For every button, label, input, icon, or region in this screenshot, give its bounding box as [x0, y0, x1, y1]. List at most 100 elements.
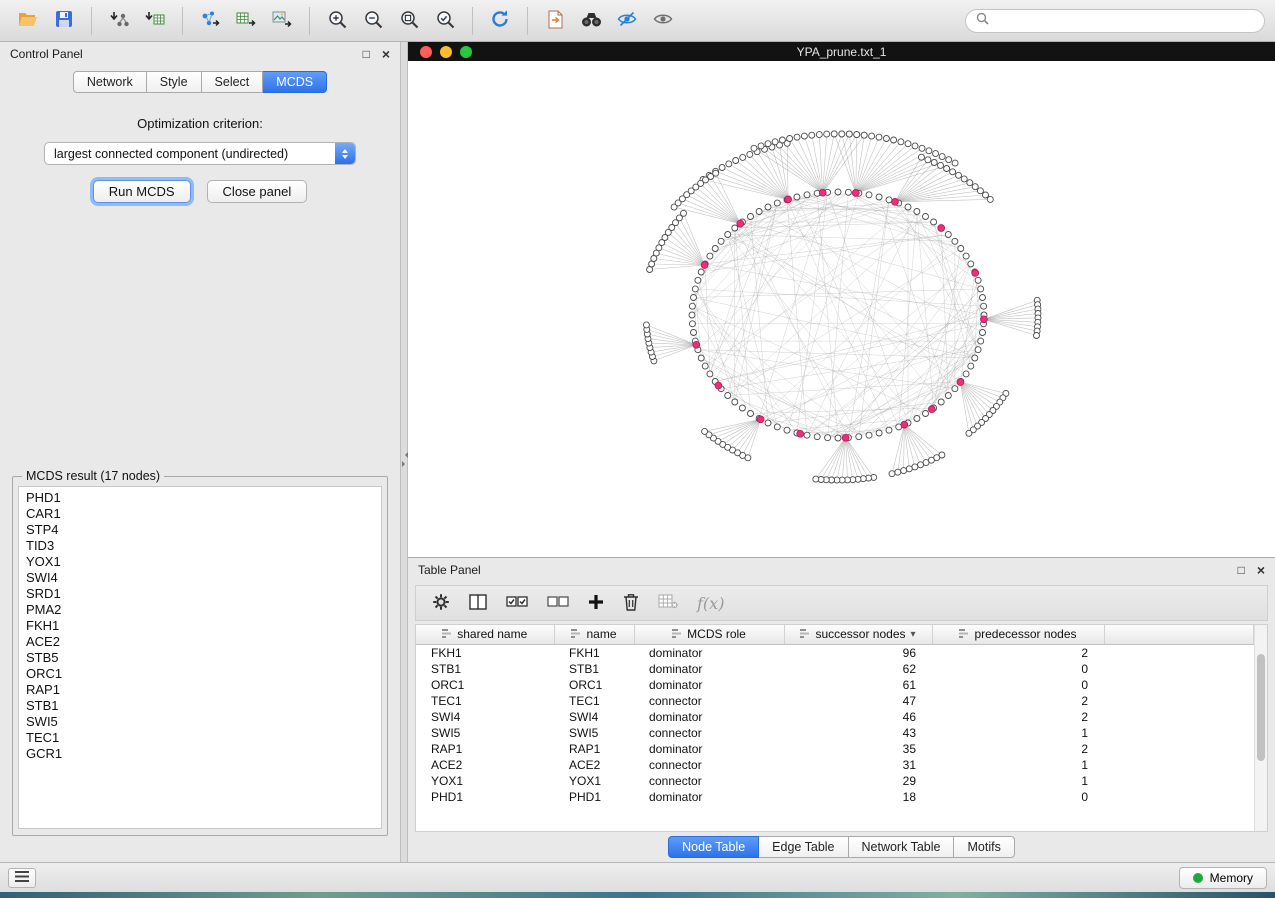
- cell[interactable]: connector: [634, 693, 784, 709]
- cell[interactable]: SWI4: [554, 709, 634, 725]
- save-button[interactable]: [46, 4, 82, 38]
- cell[interactable]: dominator: [634, 709, 784, 725]
- cell[interactable]: RAP1: [554, 741, 634, 757]
- cell[interactable]: 2: [932, 741, 1104, 757]
- select-all-button[interactable]: [506, 595, 528, 612]
- criterion-dropdown[interactable]: largest connected component (undirected): [44, 142, 356, 165]
- cell[interactable]: dominator: [634, 789, 784, 805]
- show-graphics-button[interactable]: [645, 4, 681, 38]
- find-button[interactable]: [573, 4, 609, 38]
- mcds-result-item[interactable]: TEC1: [26, 730, 374, 746]
- mcds-result-item[interactable]: YOX1: [26, 554, 374, 570]
- hide-graphics-button[interactable]: [609, 4, 645, 38]
- function-builder-button[interactable]: f(x): [697, 594, 724, 613]
- cell[interactable]: dominator: [634, 644, 784, 661]
- cell[interactable]: 29: [784, 773, 932, 789]
- table-row[interactable]: TEC1TEC1connector472: [416, 693, 1254, 709]
- table-row[interactable]: STB1STB1dominator620: [416, 661, 1254, 677]
- cell[interactable]: 1: [932, 725, 1104, 741]
- table-row[interactable]: SWI4SWI4dominator462: [416, 709, 1254, 725]
- minimize-window-icon[interactable]: [440, 46, 452, 58]
- mcds-result-item[interactable]: SWI4: [26, 570, 374, 586]
- add-column-button[interactable]: [588, 594, 604, 613]
- delete-table-button[interactable]: [658, 594, 678, 612]
- cell[interactable]: SWI4: [416, 709, 554, 725]
- float-panel-icon[interactable]: □: [363, 48, 370, 60]
- table-row[interactable]: ORC1ORC1dominator610: [416, 677, 1254, 693]
- cell[interactable]: 61: [784, 677, 932, 693]
- mcds-result-item[interactable]: TID3: [26, 538, 374, 554]
- panel-menu-button[interactable]: [8, 868, 36, 888]
- cell[interactable]: dominator: [634, 741, 784, 757]
- table-row[interactable]: YOX1YOX1connector291: [416, 773, 1254, 789]
- table-row[interactable]: FKH1FKH1dominator962: [416, 644, 1254, 661]
- export-table-button[interactable]: [228, 4, 264, 38]
- mcds-result-item[interactable]: RAP1: [26, 682, 374, 698]
- cell[interactable]: TEC1: [554, 693, 634, 709]
- cell[interactable]: 2: [932, 693, 1104, 709]
- export-image-button[interactable]: [264, 4, 300, 38]
- tab-edge-table[interactable]: Edge Table: [759, 836, 848, 858]
- column-header-predecessor-nodes[interactable]: predecessor nodes: [932, 625, 1104, 644]
- mcds-result-item[interactable]: SWI5: [26, 714, 374, 730]
- table-settings-button[interactable]: [432, 593, 450, 614]
- cell[interactable]: 18: [784, 789, 932, 805]
- mcds-result-item[interactable]: PMA2: [26, 602, 374, 618]
- refresh-button[interactable]: [482, 4, 518, 38]
- cell[interactable]: 2: [932, 644, 1104, 661]
- cell[interactable]: 35: [784, 741, 932, 757]
- tab-network[interactable]: Network: [73, 71, 147, 93]
- cell[interactable]: YOX1: [416, 773, 554, 789]
- cell[interactable]: PHD1: [416, 789, 554, 805]
- node-table-scroll[interactable]: shared namenameMCDS rolesuccessor nodes▾…: [416, 625, 1254, 831]
- cell[interactable]: 62: [784, 661, 932, 677]
- cell[interactable]: SWI5: [416, 725, 554, 741]
- cell[interactable]: TEC1: [416, 693, 554, 709]
- mcds-result-item[interactable]: CAR1: [26, 506, 374, 522]
- cell[interactable]: 1: [932, 773, 1104, 789]
- cell[interactable]: 0: [932, 661, 1104, 677]
- cell[interactable]: YOX1: [554, 773, 634, 789]
- float-table-panel-icon[interactable]: □: [1238, 564, 1245, 576]
- table-row[interactable]: ACE2ACE2connector311: [416, 757, 1254, 773]
- import-network-button[interactable]: [101, 4, 137, 38]
- tab-mcds[interactable]: MCDS: [263, 71, 327, 93]
- mcds-result-item[interactable]: STB5: [26, 650, 374, 666]
- show-columns-button[interactable]: [469, 594, 487, 613]
- table-row[interactable]: RAP1RAP1dominator352: [416, 741, 1254, 757]
- close-table-panel-icon[interactable]: ×: [1257, 563, 1265, 577]
- scrollbar-thumb[interactable]: [1257, 654, 1265, 761]
- cell[interactable]: 0: [932, 789, 1104, 805]
- network-canvas[interactable]: [408, 61, 1275, 557]
- memory-button[interactable]: Memory: [1179, 867, 1267, 889]
- cell[interactable]: 96: [784, 644, 932, 661]
- run-mcds-button[interactable]: Run MCDS: [93, 180, 191, 203]
- mcds-result-item[interactable]: ORC1: [26, 666, 374, 682]
- cell[interactable]: STB1: [416, 661, 554, 677]
- open-file-button[interactable]: [10, 4, 46, 38]
- search-field[interactable]: [965, 9, 1265, 33]
- cell[interactable]: dominator: [634, 677, 784, 693]
- zoom-selected-button[interactable]: [427, 4, 463, 38]
- export-network-button[interactable]: [192, 4, 228, 38]
- cell[interactable]: 31: [784, 757, 932, 773]
- mcds-result-item[interactable]: FKH1: [26, 618, 374, 634]
- cell[interactable]: 1: [932, 757, 1104, 773]
- tab-motifs[interactable]: Motifs: [954, 836, 1014, 858]
- mcds-result-item[interactable]: GCR1: [26, 746, 374, 762]
- column-header-successor-nodes[interactable]: successor nodes▾: [784, 625, 932, 644]
- tab-select[interactable]: Select: [202, 71, 264, 93]
- cell[interactable]: 2: [932, 709, 1104, 725]
- panel-splitter[interactable]: [400, 42, 408, 862]
- cell[interactable]: PHD1: [554, 789, 634, 805]
- cell[interactable]: ACE2: [554, 757, 634, 773]
- network-titlebar[interactable]: YPA_prune.txt_1: [408, 42, 1275, 61]
- mcds-result-list[interactable]: PHD1CAR1STP4TID3YOX1SWI4SRD1PMA2FKH1ACE2…: [18, 486, 382, 829]
- mcds-result-item[interactable]: ACE2: [26, 634, 374, 650]
- deselect-all-button[interactable]: [547, 595, 569, 612]
- table-row[interactable]: PHD1PHD1dominator180: [416, 789, 1254, 805]
- cell[interactable]: FKH1: [416, 644, 554, 661]
- splitter-collapse-icons[interactable]: [401, 452, 409, 467]
- share-document-button[interactable]: [537, 4, 573, 38]
- cell[interactable]: ORC1: [554, 677, 634, 693]
